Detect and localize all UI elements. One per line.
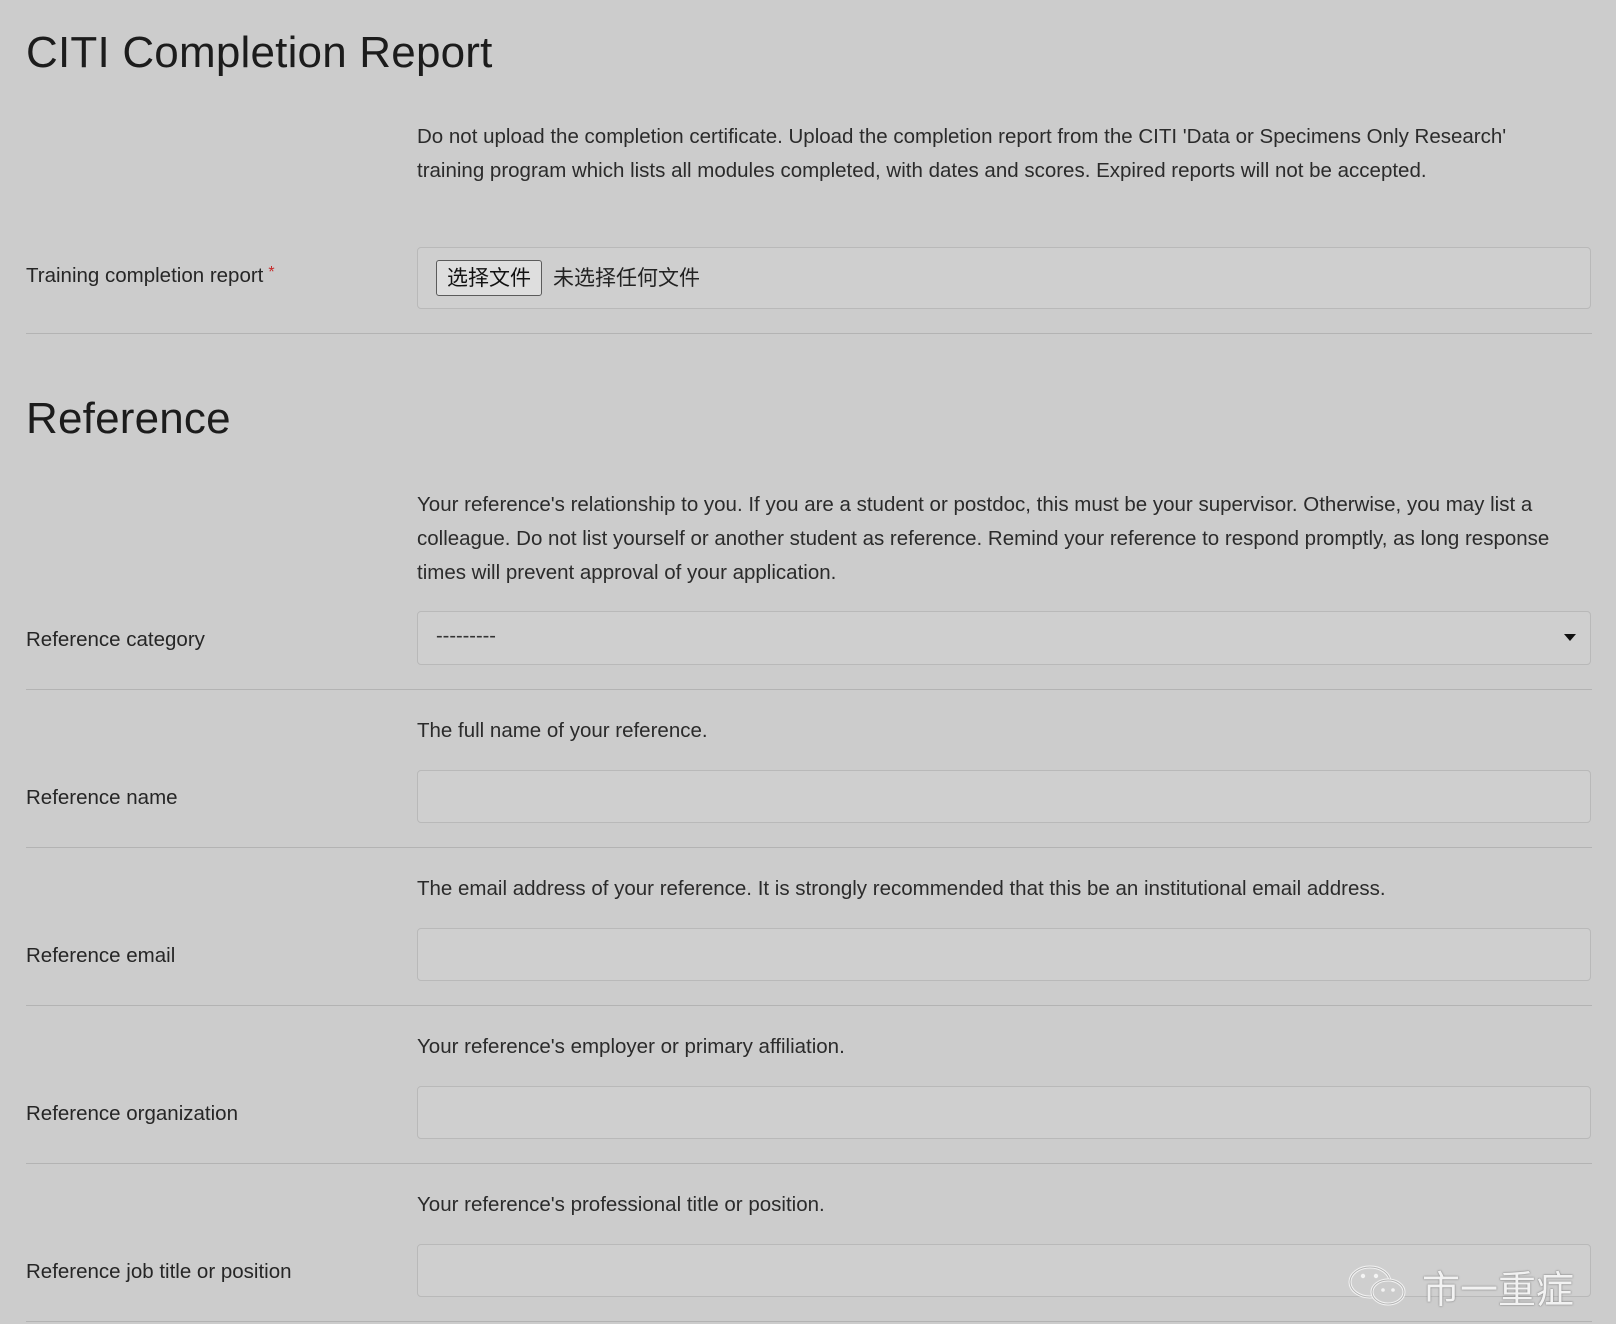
training-report-label-text: Training completion report [26,264,264,287]
file-status-text: 未选择任何文件 [553,266,700,290]
chevron-down-icon [1564,634,1576,641]
reference-organization-label: Reference organization [26,1102,238,1125]
divider [26,333,1592,334]
watermark-text: 市一重症 [1422,1267,1575,1312]
reference-section-heading: Reference [26,394,231,443]
reference-category-selected-value: --------- [436,625,496,647]
reference-name-input[interactable] [418,771,1590,822]
wechat-icon [1348,1265,1406,1306]
reference-organization-input[interactable] [418,1087,1590,1138]
divider [26,689,1592,690]
reference-job-title-label: Reference job title or position [26,1260,292,1283]
reference-category-help: Your reference's relationship to you. If… [417,493,1550,584]
training-report-label: Training completion report * [26,264,275,288]
divider [26,1163,1592,1164]
reference-category-select[interactable]: --------- [417,611,1591,665]
reference-organization-help: Your reference's employer or primary aff… [417,1035,845,1058]
citi-section-heading: CITI Completion Report [26,28,493,77]
choose-file-button[interactable]: 选择文件 [436,260,542,296]
reference-email-input[interactable] [418,929,1590,980]
training-report-file-input[interactable]: 选择文件 未选择任何文件 [417,247,1591,309]
reference-name-field[interactable] [417,770,1591,823]
reference-name-help: The full name of your reference. [417,719,708,742]
reference-name-label: Reference name [26,786,178,809]
divider [26,1005,1592,1006]
reference-category-label: Reference category [26,628,205,651]
watermark: 市一重症 [1342,1262,1574,1312]
reference-email-field[interactable] [417,928,1591,981]
citi-help-text: Do not upload the completion certificate… [417,125,1507,182]
reference-organization-field[interactable] [417,1086,1591,1139]
required-marker: * [268,264,275,281]
divider [26,1321,1592,1322]
reference-job-title-help: Your reference's professional title or p… [417,1193,825,1216]
divider [26,847,1592,848]
reference-email-help: The email address of your reference. It … [417,877,1386,900]
reference-email-label: Reference email [26,944,176,967]
